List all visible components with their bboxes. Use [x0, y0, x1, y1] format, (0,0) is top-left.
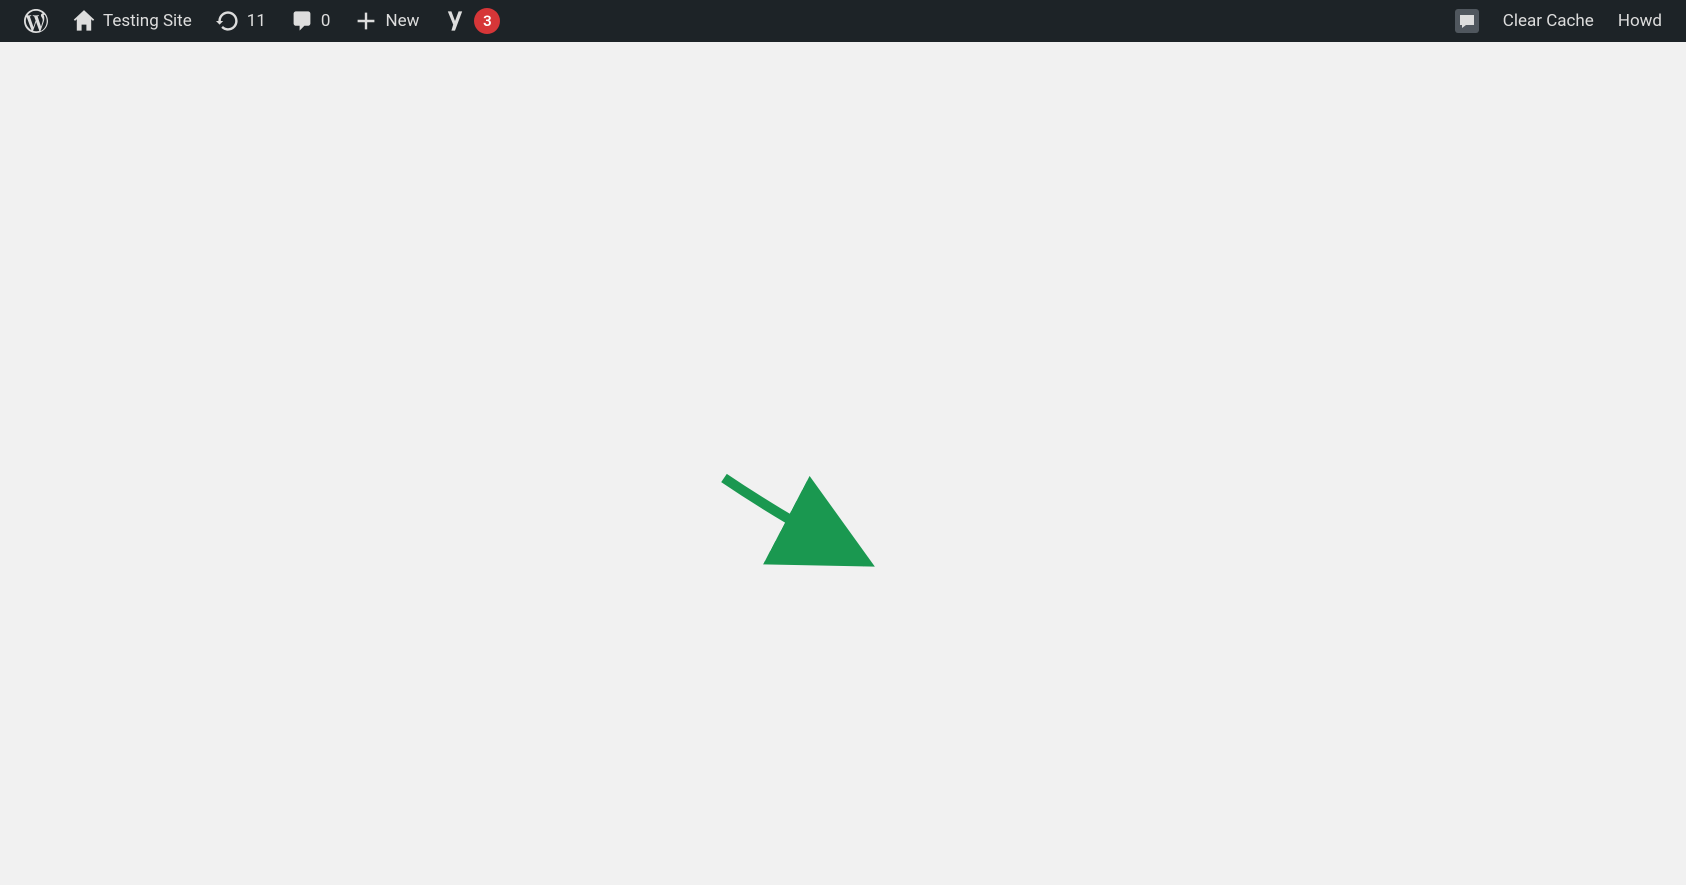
plus-icon	[354, 9, 378, 33]
site-name[interactable]: Testing Site	[60, 9, 204, 33]
comment-icon	[290, 9, 314, 33]
update-icon	[216, 9, 240, 33]
wordpress-icon	[24, 9, 48, 33]
message-icon	[1455, 9, 1479, 33]
wp-logo[interactable]	[12, 9, 60, 33]
admin-bar: Testing Site 11 0 New 3 Clear Cache Howd	[0, 0, 1686, 42]
clear-cache-label: Clear Cache	[1503, 11, 1594, 31]
home-icon	[72, 9, 96, 33]
new-content[interactable]: New	[342, 9, 431, 33]
comments-count: 0	[321, 11, 331, 31]
clear-cache[interactable]: Clear Cache	[1491, 11, 1606, 31]
seo-badge: 3	[474, 8, 500, 34]
updates-count: 11	[247, 11, 266, 31]
updates[interactable]: 11	[204, 9, 278, 33]
seo[interactable]: 3	[431, 8, 512, 34]
howdy-label: Howd	[1618, 11, 1662, 31]
annotation-arrow	[716, 470, 884, 590]
comments[interactable]: 0	[278, 9, 343, 33]
yoast-icon	[443, 9, 467, 33]
site-name-label: Testing Site	[103, 11, 192, 31]
notifications[interactable]	[1443, 9, 1491, 33]
new-label: New	[385, 11, 419, 31]
howdy[interactable]: Howd	[1606, 11, 1674, 31]
